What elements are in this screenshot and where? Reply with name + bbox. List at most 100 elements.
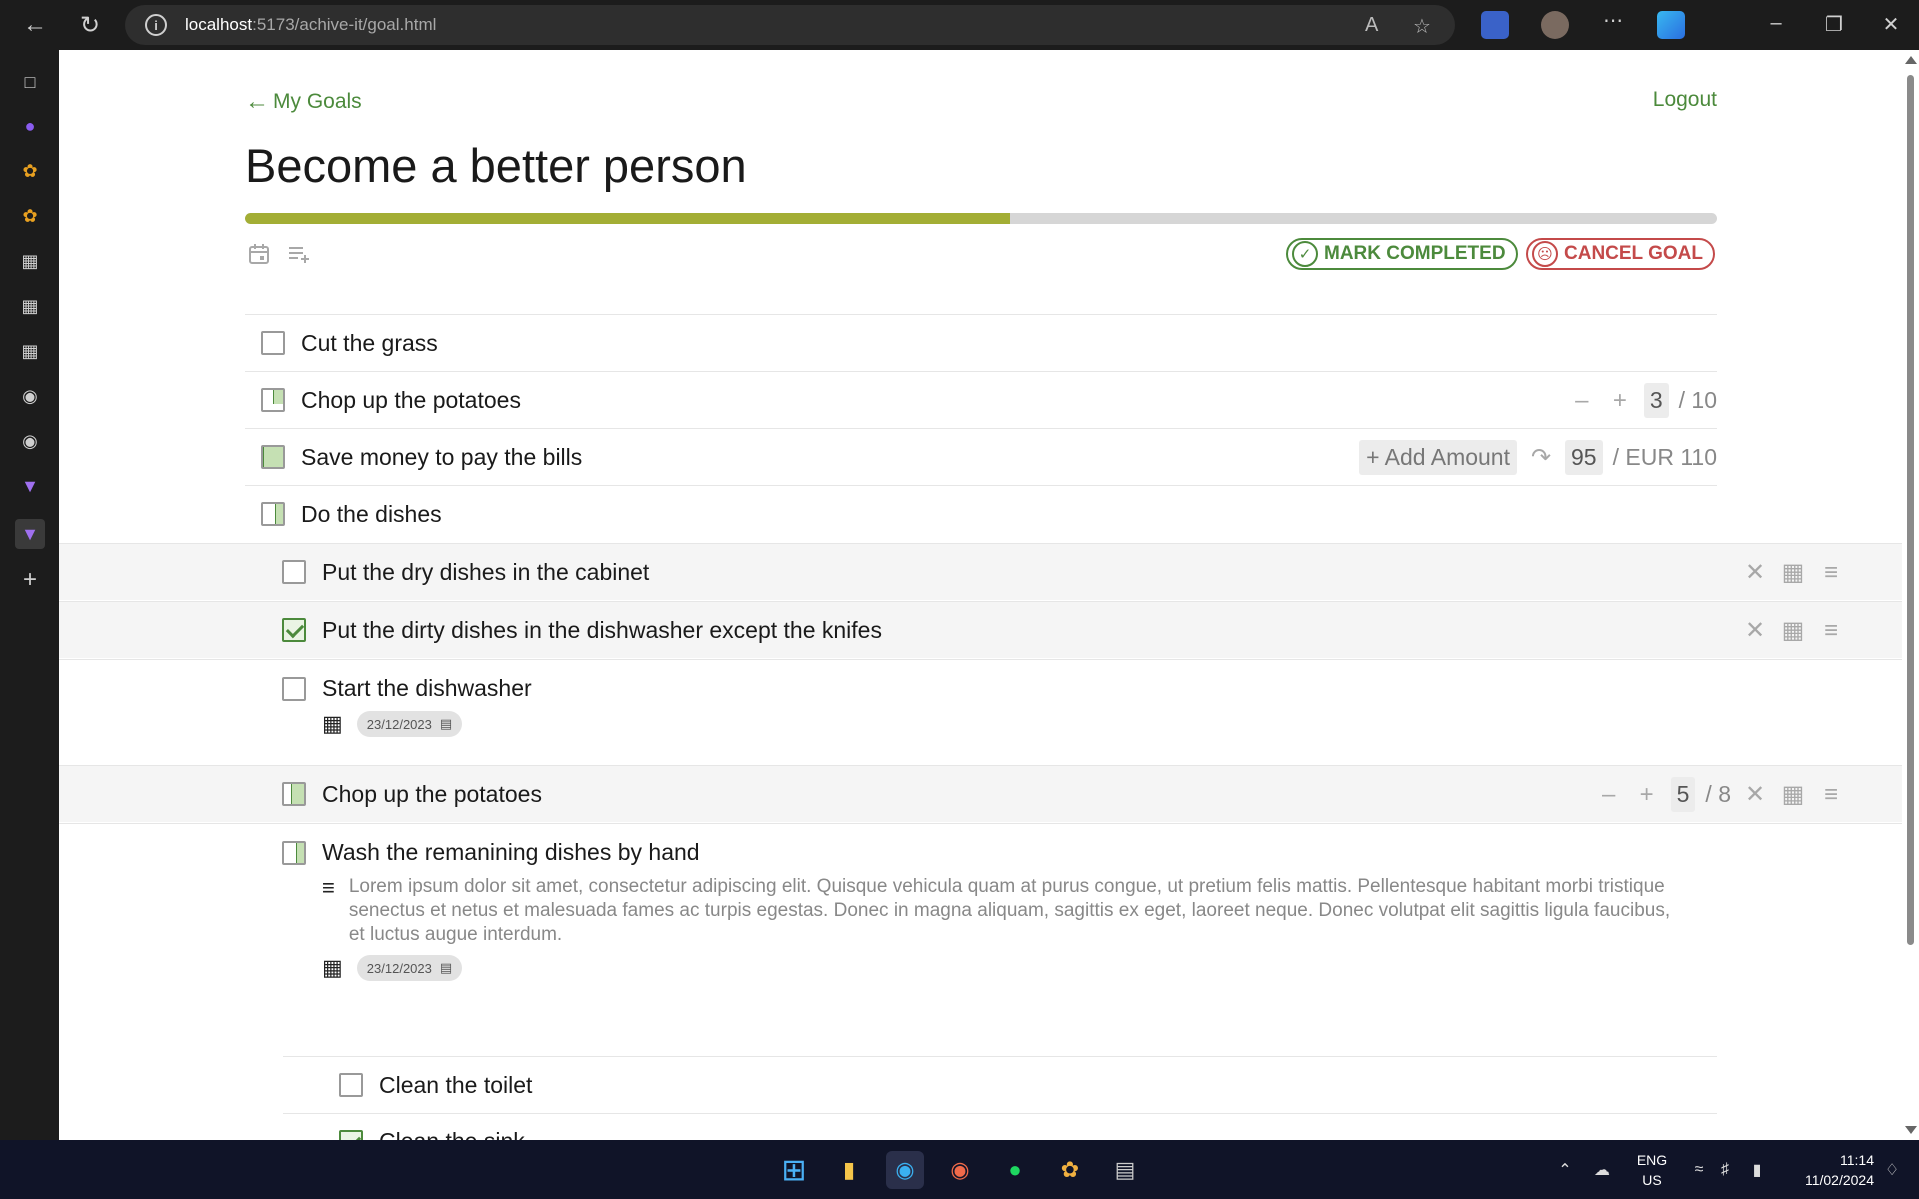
task-checkbox-partial[interactable] — [261, 445, 285, 469]
subtask-checkbox-partial[interactable] — [282, 840, 306, 865]
back-to-goals-link[interactable]: ← My Goals — [245, 88, 362, 116]
mark-completed-button[interactable]: ✓ MARK COMPLETED — [1286, 238, 1518, 270]
page-scrollbar[interactable] — [1902, 50, 1919, 1140]
copilot-icon[interactable] — [1657, 11, 1685, 39]
redo-icon[interactable]: ↷ — [1527, 443, 1555, 472]
extension-icon[interactable] — [1481, 11, 1509, 39]
back-arrow-icon[interactable]: ← — [20, 10, 50, 40]
task-row[interactable]: Save money to pay the bills + Add Amount… — [245, 428, 1717, 485]
url-text[interactable]: localhost:5173/achive-it/goal.html — [185, 15, 436, 35]
profile-avatar[interactable] — [1541, 11, 1569, 39]
counter-current[interactable]: 5 — [1670, 777, 1696, 812]
restore-icon[interactable]: ❐ — [1814, 12, 1854, 37]
scroll-down-icon[interactable] — [1905, 1126, 1917, 1134]
favorite-star-icon[interactable]: ☆ — [1413, 14, 1431, 39]
language-indicator[interactable]: ENG US — [1634, 1150, 1670, 1190]
battery-icon[interactable]: ▮ — [1738, 1151, 1776, 1189]
refresh-icon[interactable]: ↻ — [75, 10, 105, 40]
calendar-icon[interactable]: ▦ — [1779, 558, 1807, 587]
subsubtask-row[interactable]: Clean the sink — [283, 1113, 1717, 1140]
windows-start-icon[interactable]: ⊞ — [775, 1151, 813, 1189]
more-menu-icon[interactable]: ⋯ — [1593, 8, 1633, 33]
amount-total: / EUR 110 — [1612, 444, 1717, 470]
document-icon[interactable]: ▦ — [18, 249, 42, 273]
github-icon[interactable]: ◉ — [18, 429, 42, 453]
subtask-row[interactable]: Wash the remanining dishes by hand ≡ Lor… — [59, 823, 1902, 1005]
document-icon[interactable]: ▦ — [18, 339, 42, 363]
calendar-icon[interactable]: ▦ — [1779, 616, 1807, 645]
task-checkbox[interactable] — [261, 331, 285, 355]
github-icon[interactable]: ◉ — [18, 384, 42, 408]
calendar-icon[interactable] — [245, 240, 273, 268]
amount-current[interactable]: 95 — [1565, 440, 1603, 475]
clock[interactable]: 11:14 11/02/2024 — [1784, 1150, 1874, 1190]
add-subtask-icon[interactable]: ≡ — [1817, 617, 1845, 645]
lang-bottom: US — [1642, 1172, 1662, 1188]
logout-link[interactable]: Logout — [1653, 88, 1717, 112]
paint-icon[interactable]: ✿ — [1051, 1151, 1089, 1189]
counter-current[interactable]: 3 — [1643, 383, 1669, 418]
spotify-icon[interactable]: ● — [996, 1151, 1034, 1189]
address-bar[interactable]: i localhost:5173/achive-it/goal.html A ☆ — [125, 5, 1455, 45]
subtask-checkbox[interactable] — [282, 676, 306, 701]
subtask-checkbox-partial[interactable] — [282, 782, 306, 806]
subtask-checkbox[interactable] — [282, 560, 306, 584]
photos-icon[interactable]: ✿ — [18, 204, 42, 228]
vite-icon[interactable]: ▼ — [18, 474, 42, 498]
page-title: Become a better person — [245, 139, 747, 192]
task-checkbox-partial[interactable] — [261, 388, 285, 412]
tabs-icon[interactable]: □ — [18, 70, 42, 94]
cancel-goal-button[interactable]: ☹ CANCEL GOAL — [1526, 238, 1715, 270]
close-icon[interactable]: ✕ — [1741, 616, 1769, 645]
scroll-thumb[interactable] — [1907, 75, 1914, 945]
subtask-label: Put the dirty dishes in the dishwasher e… — [322, 616, 882, 643]
close-icon[interactable]: ✕ — [1741, 558, 1769, 587]
subtask-checkbox[interactable] — [282, 618, 306, 642]
back-link-label: My Goals — [273, 90, 362, 113]
decrement-icon[interactable]: – — [1595, 781, 1623, 809]
subtask-row[interactable]: Put the dirty dishes in the dishwasher e… — [59, 601, 1902, 658]
add-subtask-icon[interactable] — [285, 240, 313, 268]
minimize-icon[interactable]: – — [1756, 12, 1796, 35]
subtask-row[interactable]: Chop up the potatoes – + 5 / 8 ✕ ▦ ≡ — [59, 765, 1902, 822]
site-info-icon[interactable]: i — [145, 14, 167, 36]
terminal-icon[interactable]: ▤ — [1106, 1151, 1144, 1189]
subsubtask-checkbox[interactable] — [339, 1129, 363, 1140]
increment-icon[interactable]: + — [1606, 387, 1634, 415]
add-subtask-icon[interactable]: ≡ — [1817, 559, 1845, 587]
close-window-icon[interactable]: ✕ — [1871, 12, 1911, 37]
onedrive-icon[interactable]: ☁ — [1583, 1151, 1621, 1189]
arrow-left-icon: ← — [245, 88, 269, 115]
scroll-up-icon[interactable] — [1905, 56, 1917, 64]
increment-icon[interactable]: + — [1633, 781, 1661, 809]
subtask-description: Lorem ipsum dolor sit amet, consectetur … — [348, 876, 1671, 945]
calendar-icon: ▦ — [322, 711, 343, 736]
task-row[interactable]: Do the dishes — [245, 485, 1717, 542]
due-date-chip[interactable]: 23/12/2023 ▤ — [356, 711, 463, 737]
notification-bell-icon[interactable]: ♢ — [1873, 1151, 1911, 1189]
file-explorer-icon[interactable]: ▮ — [830, 1151, 868, 1189]
subsubtask-row[interactable]: Clean the toilet — [283, 1056, 1717, 1113]
read-aloud-icon[interactable]: A — [1365, 14, 1378, 37]
messenger-icon[interactable]: ● — [18, 114, 42, 138]
task-row[interactable]: Cut the grass — [245, 314, 1717, 371]
add-subtask-icon[interactable]: ≡ — [1817, 781, 1845, 809]
task-checkbox-partial[interactable] — [261, 502, 285, 526]
document-icon[interactable]: ▦ — [18, 294, 42, 318]
vite-icon[interactable]: ▼ — [15, 519, 45, 549]
close-icon[interactable]: ✕ — [1741, 780, 1769, 809]
check-circle-icon: ✓ — [1292, 241, 1318, 267]
decrement-icon[interactable]: – — [1568, 387, 1596, 415]
subtask-row[interactable]: Start the dishwasher ▦ 23/12/2023 ▤ — [59, 659, 1902, 764]
subsubtask-checkbox[interactable] — [339, 1073, 363, 1097]
calendar-icon[interactable]: ▦ — [1779, 780, 1807, 809]
figma-icon[interactable]: ◉ — [941, 1151, 979, 1189]
due-date-chip[interactable]: 23/12/2023 ▤ — [356, 955, 463, 981]
add-amount-button[interactable]: + Add Amount — [1359, 440, 1517, 475]
photos-icon[interactable]: ✿ — [18, 159, 42, 183]
edge-browser-icon[interactable]: ◉ — [886, 1151, 924, 1189]
add-icon[interactable]: + — [18, 566, 42, 593]
chevron-up-icon[interactable]: ⌃ — [1546, 1151, 1584, 1189]
subtask-row[interactable]: Put the dry dishes in the cabinet ✕ ▦ ≡ — [59, 543, 1902, 600]
task-row[interactable]: Chop up the potatoes – + 3 / 10 — [245, 371, 1717, 428]
